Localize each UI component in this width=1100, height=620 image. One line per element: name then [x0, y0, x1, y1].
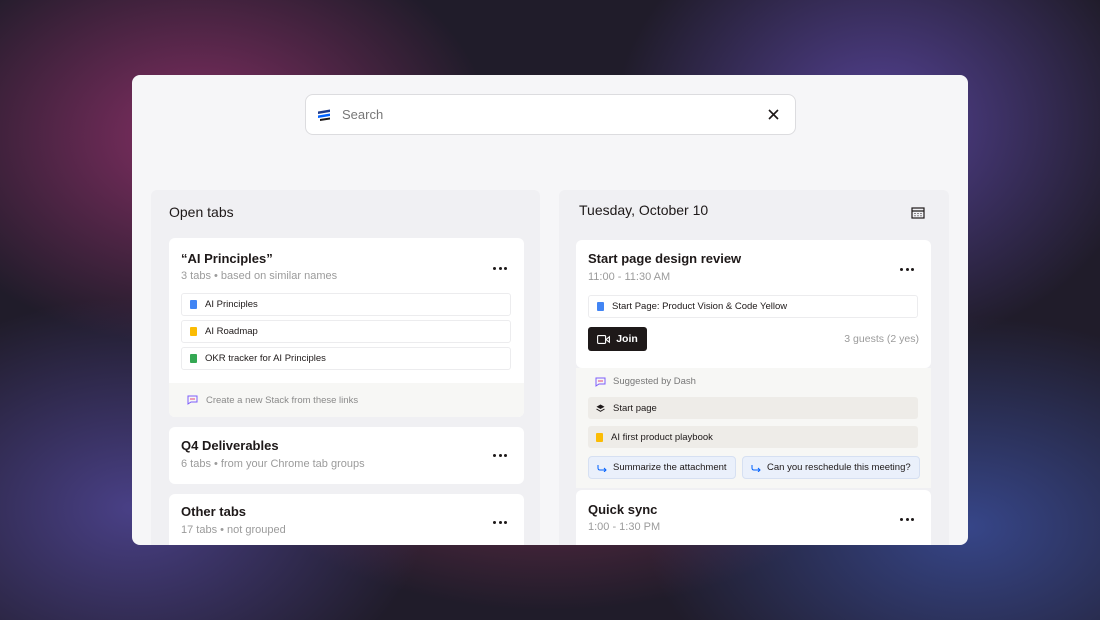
more-options-icon[interactable] [490, 516, 510, 528]
suggested-by-dash: Suggested by Dash [595, 376, 696, 387]
tab-group-subtitle: 6 tabs • from your Chrome tab groups [181, 458, 365, 470]
suggestion-item[interactable]: AI first product playbook [588, 426, 918, 448]
more-options-icon[interactable] [897, 263, 917, 275]
dash-logo-icon [316, 106, 334, 124]
tab-group-card[interactable]: Q4 Deliverables 6 tabs • from your Chrom… [169, 427, 524, 484]
event-time: 11:00 - 11:30 AM [588, 271, 671, 283]
suggested-label: Suggested by Dash [613, 376, 696, 387]
guest-count: 3 guests (2 yes) [844, 333, 919, 345]
summarize-chip[interactable]: Summarize the attachment [588, 456, 736, 479]
tab-group-card[interactable]: “AI Principles” 3 tabs • based on simila… [169, 238, 524, 417]
more-options-icon[interactable] [490, 262, 510, 274]
open-tabs-title: Open tabs [169, 204, 234, 220]
search-bar[interactable] [305, 94, 796, 135]
search-input[interactable] [342, 107, 765, 122]
chip-label: Summarize the attachment [613, 462, 727, 473]
create-stack-label: Create a new Stack from these links [206, 394, 359, 406]
join-button[interactable]: Join [588, 327, 647, 351]
tab-link-label: AI Principles [205, 299, 258, 310]
event-time: 1:00 - 1:30 PM [588, 521, 661, 533]
ai-action-icon [751, 464, 761, 472]
google-slides-icon [596, 432, 603, 442]
google-sheets-icon [190, 354, 197, 363]
event-card[interactable]: Quick sync 1:00 - 1:30 PM [576, 490, 931, 545]
video-camera-icon [597, 334, 611, 344]
google-slides-icon [190, 327, 197, 336]
google-doc-icon [190, 300, 197, 309]
close-icon[interactable] [765, 107, 781, 123]
more-options-icon[interactable] [897, 513, 917, 525]
event-title: Start page design review [588, 251, 742, 266]
calendar-panel: Tuesday, October 10 Start page design re… [559, 190, 949, 545]
suggestion-label: AI first product playbook [611, 431, 713, 443]
attachment-label: Start Page: Product Vision & Code Yellow [612, 301, 788, 312]
event-title: Quick sync [588, 502, 658, 517]
more-options-icon[interactable] [490, 449, 510, 461]
stack-icon [596, 404, 605, 412]
reschedule-chip[interactable]: Can you reschedule this meeting? [742, 456, 920, 479]
dash-suggestions: Suggested by Dash Start page AI first pr… [576, 368, 931, 488]
suggestion-item[interactable]: Start page [588, 397, 918, 419]
event-attachment[interactable]: Start Page: Product Vision & Code Yellow [588, 295, 918, 318]
tab-link-label: OKR tracker for AI Principles [205, 353, 326, 364]
create-stack-button[interactable]: Create a new Stack from these links [169, 383, 524, 417]
join-label: Join [616, 333, 638, 345]
sparkle-chat-icon [595, 377, 606, 387]
tab-group-subtitle: 3 tabs • based on similar names [181, 270, 338, 282]
tab-group-subtitle: 17 tabs • not grouped [181, 524, 286, 536]
tab-link[interactable]: AI Principles [181, 293, 511, 316]
calendar-icon[interactable] [911, 206, 925, 220]
tab-group-title: “AI Principles” [181, 251, 273, 266]
calendar-date: Tuesday, October 10 [579, 202, 709, 218]
tab-group-title: Other tabs [181, 504, 247, 519]
dash-start-page-window: Open tabs “AI Principles” 3 tabs • based… [132, 75, 968, 545]
tab-link[interactable]: OKR tracker for AI Principles [181, 347, 511, 370]
event-card[interactable]: Start page design review 11:00 - 11:30 A… [576, 240, 931, 368]
open-tabs-panel: Open tabs “AI Principles” 3 tabs • based… [151, 190, 540, 545]
tab-link[interactable]: AI Roadmap [181, 320, 511, 343]
google-doc-icon [597, 302, 604, 311]
sparkle-chat-icon [187, 395, 198, 405]
ai-action-icon [597, 464, 607, 472]
tab-group-title: Q4 Deliverables [181, 438, 279, 453]
tab-group-card[interactable]: Other tabs 17 tabs • not grouped [169, 494, 524, 545]
chip-label: Can you reschedule this meeting? [767, 462, 911, 473]
tab-link-label: AI Roadmap [205, 326, 258, 337]
suggestion-label: Start page [613, 402, 657, 414]
